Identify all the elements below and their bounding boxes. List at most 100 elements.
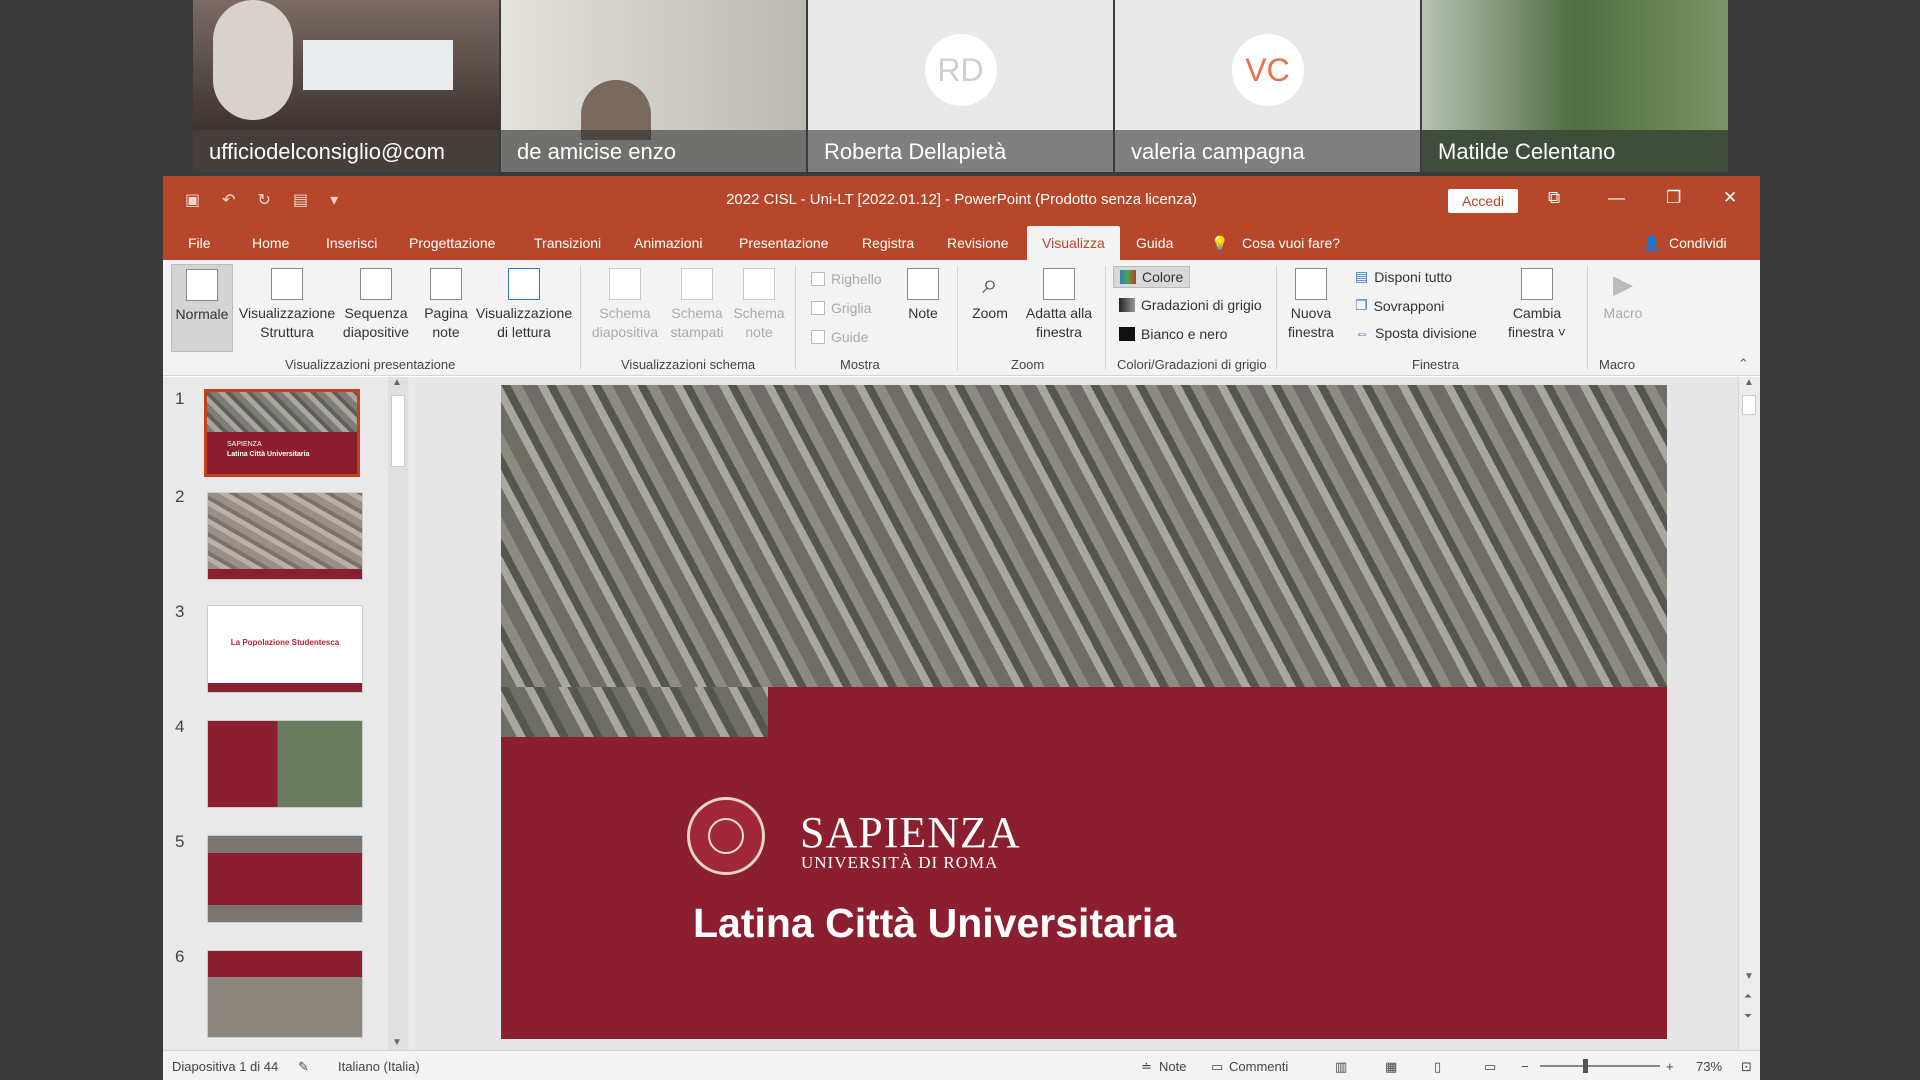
slide-thumbnail-4[interactable]	[207, 720, 363, 808]
zoom-level[interactable]: 73%	[1696, 1059, 1722, 1074]
notes-page-button[interactable]: Pagina note	[416, 268, 476, 342]
black-white-icon	[1119, 327, 1135, 341]
participant-name: valeria campagna	[1131, 139, 1305, 164]
macro-icon: ▶	[1613, 269, 1633, 299]
next-slide-icon[interactable]: ⏷	[1744, 1011, 1752, 1022]
fit-to-window-icon	[1043, 268, 1075, 300]
notes-toggle[interactable]: Note	[1159, 1059, 1186, 1074]
current-slide[interactable]: SAPIENZA UNIVERSITÀ DI ROMA Latina Città…	[501, 385, 1667, 1039]
slide-sorter-icon	[360, 268, 392, 300]
slide-thumbnail-3[interactable]: La Popolazione Studentesca	[207, 605, 363, 693]
tab-revisione[interactable]: Revisione	[947, 226, 1008, 260]
notes-master-button[interactable]: Schema note	[731, 268, 787, 342]
zoom-out-icon[interactable]: −	[1521, 1059, 1529, 1074]
reading-view-button[interactable]: Visualizzazione di lettura	[469, 268, 579, 342]
thumbnails-scrollbar[interactable]: ▲ ▼	[388, 377, 408, 1050]
tab-home[interactable]: Home	[252, 226, 289, 260]
tab-animazioni[interactable]: Animazioni	[634, 226, 702, 260]
tab-visualizza[interactable]: Visualizza	[1027, 226, 1120, 260]
guides-checkbox[interactable]: Guide	[811, 329, 868, 345]
spellcheck-icon[interactable]: ✎	[298, 1059, 309, 1075]
handout-master-button[interactable]: Schema stampati	[663, 268, 731, 342]
slide-number: 4	[175, 717, 185, 736]
signin-button[interactable]: Accedi	[1448, 189, 1518, 213]
slide-sorter-icon[interactable]: ▦	[1385, 1059, 1397, 1075]
zoom-in-icon[interactable]: +	[1666, 1059, 1674, 1074]
tab-presentazione[interactable]: Presentazione	[739, 226, 829, 260]
gridlines-checkbox[interactable]: Griglia	[811, 300, 871, 316]
slide-thumbnail-5[interactable]	[207, 835, 363, 923]
ribbon-display-icon[interactable]: ⧉	[1548, 188, 1560, 208]
window-title: 2022 CISL - Uni-LT [2022.01.12] - PowerP…	[726, 191, 1197, 208]
normal-view-icon	[186, 269, 218, 301]
normal-view-button[interactable]: Normale	[171, 264, 233, 352]
move-split-icon: ⇔	[1355, 325, 1369, 341]
fit-to-window-button[interactable]: Adatta alla finestra	[1017, 268, 1101, 342]
scroll-thumb[interactable]	[1742, 395, 1756, 415]
slide-title: Latina Città Universitaria	[693, 900, 1177, 946]
zoom-slider-thumb[interactable]	[1583, 1059, 1588, 1073]
arrange-all-button[interactable]: ▤ Disponi tutto	[1355, 268, 1452, 285]
notes-master-icon	[743, 268, 775, 300]
tab-progettazione[interactable]: Progettazione	[409, 226, 495, 260]
tab-guida[interactable]: Guida	[1136, 226, 1173, 260]
outline-view-button[interactable]: Visualizzazione Struttura	[237, 268, 337, 342]
collapse-ribbon-icon[interactable]: ⌃	[1738, 356, 1749, 372]
switch-window-button[interactable]: Cambia finestra ˅	[1503, 268, 1571, 342]
powerpoint-window: ▣ ↶ ↻ ▤ ▾ 2022 CISL - Uni-LT [2022.01.12…	[163, 176, 1760, 1080]
zoom-button[interactable]: ⌕ Zoom	[965, 268, 1015, 323]
slide-number: 5	[175, 832, 185, 851]
handout-master-icon	[681, 268, 713, 300]
color-icon	[1120, 270, 1136, 284]
avatar: RD	[924, 34, 997, 106]
divider	[795, 266, 796, 370]
ribbon: Normale Visualizzazione Struttura Sequenz…	[163, 260, 1760, 376]
normal-view-icon[interactable]: ▥	[1335, 1059, 1347, 1075]
close-icon[interactable]: ✕	[1723, 188, 1737, 208]
black-white-button[interactable]: Bianco e nero	[1119, 326, 1227, 342]
slide-master-button[interactable]: Schema diapositiva	[587, 268, 663, 342]
slide-scrollbar[interactable]: ▲ ▼ ⏶ ⏷	[1738, 377, 1760, 1050]
menu-bar: File Home Inserisci Progettazione Transi…	[163, 226, 1760, 260]
tab-file[interactable]: File	[188, 226, 211, 260]
scroll-down-icon[interactable]: ▼	[1744, 971, 1754, 982]
scroll-up-icon[interactable]: ▲	[1744, 377, 1754, 388]
restore-icon[interactable]: ❐	[1666, 188, 1681, 208]
participant-tile-3: RD Roberta Dellapietà	[808, 0, 1113, 172]
participant-tile-1: ufficiodelconsiglio@com	[193, 0, 499, 172]
slide-thumbnail-6[interactable]	[207, 950, 363, 1038]
fit-slide-icon[interactable]: ⊡	[1741, 1059, 1752, 1075]
slideshow-icon[interactable]: ▭	[1484, 1059, 1496, 1075]
zoom-slider[interactable]	[1540, 1059, 1660, 1073]
color-button[interactable]: Colore	[1113, 266, 1191, 288]
grayscale-button[interactable]: Gradazioni di grigio	[1119, 297, 1262, 313]
ruler-checkbox[interactable]: Righello	[811, 271, 882, 287]
new-window-button[interactable]: Nuova finestra	[1285, 268, 1337, 342]
move-split-button[interactable]: ⇔ Sposta divisione	[1355, 325, 1477, 341]
scroll-down-icon[interactable]: ▼	[392, 1037, 402, 1048]
reading-view-icon[interactable]: ▯	[1434, 1059, 1441, 1075]
tell-me-input[interactable]: Cosa vuoi fare?	[1242, 226, 1340, 260]
share-icon: 👤	[1643, 235, 1661, 251]
aerial-photo-strip	[501, 687, 768, 737]
slide-thumbnail-2[interactable]	[207, 492, 363, 580]
switch-window-icon	[1521, 268, 1553, 300]
tab-transizioni[interactable]: Transizioni	[534, 226, 601, 260]
comments-toggle[interactable]: Commenti	[1229, 1059, 1288, 1074]
participant-tile-4: VC valeria campagna	[1115, 0, 1420, 172]
scroll-up-icon[interactable]: ▲	[392, 377, 402, 388]
macro-button[interactable]: ▶ Macro	[1595, 268, 1651, 323]
status-bar: Diapositiva 1 di 44 ✎ Italiano (Italia) …	[163, 1050, 1760, 1080]
previous-slide-icon[interactable]: ⏶	[1744, 991, 1752, 1002]
cascade-button[interactable]: ❐ Sovrapponi	[1355, 297, 1444, 314]
notes-button[interactable]: Note	[898, 268, 948, 323]
slide-thumbnail-1[interactable]: SAPIENZA Latina Città Universitaria	[204, 389, 360, 477]
share-button[interactable]: Condividi	[1669, 226, 1727, 260]
minimize-icon[interactable]: —	[1608, 188, 1625, 208]
slide-sorter-button[interactable]: Sequenza diapositive	[336, 268, 416, 342]
notes-icon	[907, 268, 939, 300]
scroll-thumb[interactable]	[391, 395, 405, 467]
language-indicator[interactable]: Italiano (Italia)	[338, 1059, 420, 1074]
tab-inserisci[interactable]: Inserisci	[326, 226, 377, 260]
tab-registra[interactable]: Registra	[862, 226, 914, 260]
